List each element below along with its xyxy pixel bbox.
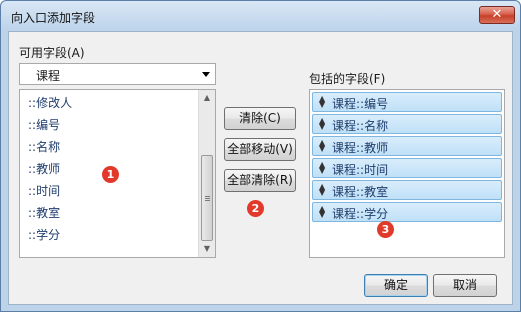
drag-handle-icon[interactable]: ▲ ▼ [319,161,327,175]
table-select[interactable]: 课程 [19,63,216,85]
annotation-badge-1: 1 [102,166,119,183]
included-field-label: 课程::名称 [332,119,389,133]
included-field-label: 课程::教师 [332,141,389,155]
move-all-button[interactable]: 全部移动(V) [224,138,296,161]
annotation-badge-3: 3 [377,221,394,238]
included-field-row[interactable]: ▲ ▼ 课程::学分 [312,202,502,222]
scroll-down-icon[interactable]: ▼ [199,241,215,257]
close-button[interactable]: ✕ [479,6,515,24]
included-field-label: 课程::编号 [332,97,389,111]
table-select-value: 课程 [36,69,61,83]
scroll-up-icon[interactable]: ▲ [199,90,215,106]
list-item[interactable]: ::修改人 [28,94,72,110]
included-field-row[interactable]: ▲ ▼ 课程::时间 [312,158,502,178]
included-field-row[interactable]: ▲ ▼ 课程::编号 [312,92,502,112]
drag-handle-icon[interactable]: ▲ ▼ [319,95,327,109]
drag-handle-icon[interactable]: ▲ ▼ [319,205,327,219]
cancel-button[interactable]: 取消 [433,274,497,297]
list-item[interactable]: ::教室 [28,204,60,220]
annotation-badge-2: 2 [247,200,264,217]
drag-handle-icon[interactable]: ▲ ▼ [319,183,327,197]
ok-button[interactable]: 确定 [364,274,428,297]
list-item[interactable]: ::教师 [28,160,60,176]
dropdown-arrow-icon [202,72,210,77]
included-fields-list[interactable]: ▲ ▼ 课程::编号 ▲ ▼ 课程::名称 ▲ ▼ 课程::教师 ▲ ▼ 课程::时间 … [309,89,505,258]
title-bar: 向入口添加字段 ✕ [1,1,520,31]
list-item[interactable]: ::学分 [28,226,60,242]
included-fields-label: 包括的字段(F) [309,72,386,86]
included-field-row[interactable]: ▲ ▼ 课程::教室 [312,180,502,200]
included-field-label: 课程::学分 [332,207,389,221]
vertical-scrollbar[interactable]: ▲ ▼ [198,90,215,257]
add-fields-dialog: 向入口添加字段 ✕ 可用字段(A) 课程 ::修改人 ::编号 ::名称 ::教… [0,0,521,312]
available-fields-label: 可用字段(A) [19,46,85,60]
clear-all-button[interactable]: 全部清除(R) [224,169,296,192]
close-icon: ✕ [491,7,503,22]
dialog-title: 向入口添加字段 [11,11,96,25]
included-field-row[interactable]: ▲ ▼ 课程::教师 [312,136,502,156]
dialog-body: 可用字段(A) 课程 ::修改人 ::编号 ::名称 ::教师 ::时间 ::教… [8,31,513,305]
included-field-label: 课程::教室 [332,185,389,199]
list-item[interactable]: ::时间 [28,182,60,198]
drag-handle-icon[interactable]: ▲ ▼ [319,117,327,131]
scroll-thumb[interactable] [201,155,213,241]
grip-icon [205,196,210,197]
included-field-row[interactable]: ▲ ▼ 课程::名称 [312,114,502,134]
list-item[interactable]: ::名称 [28,138,60,154]
drag-handle-icon[interactable]: ▲ ▼ [319,139,327,153]
clear-button[interactable]: 清除(C) [224,107,296,130]
list-item[interactable]: ::编号 [28,116,60,132]
included-field-label: 课程::时间 [332,163,389,177]
